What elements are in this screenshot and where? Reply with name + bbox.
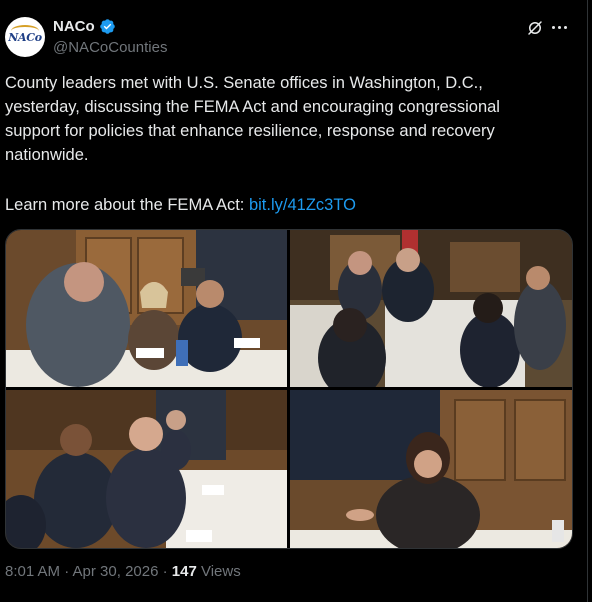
tweet-text: County leaders met with U.S. Senate offi…	[5, 74, 500, 164]
display-name[interactable]: NACo	[53, 18, 95, 35]
tweet-meta: 8:01 AM · Apr 30, 2026 · 147 Views	[5, 563, 241, 580]
verified-badge-icon	[99, 19, 115, 34]
tweet-card[interactable]: NACo NACo @NACoCounties County leaders m…	[0, 0, 586, 602]
photo-3[interactable]	[6, 390, 287, 548]
views-label: Views	[196, 563, 241, 580]
learn-more-line: Learn more about the FEMA Act: bit.ly/41…	[5, 193, 356, 217]
timestamp[interactable]: 8:01 AM · Apr 30, 2026 ·	[5, 563, 172, 580]
photo-2[interactable]	[290, 230, 572, 387]
photo-1[interactable]	[6, 230, 287, 387]
author-name-row[interactable]: NACo	[53, 18, 116, 35]
learn-more-prefix: Learn more about the FEMA Act:	[5, 196, 249, 214]
media-grid	[5, 229, 573, 549]
column-divider	[587, 0, 588, 602]
avatar-swoosh	[11, 25, 39, 37]
fema-act-link[interactable]: bit.ly/41Zc3TO	[249, 196, 356, 214]
photo-4[interactable]	[290, 390, 572, 548]
more-options-icon[interactable]	[552, 26, 567, 29]
author-handle[interactable]: @NACoCounties	[53, 39, 167, 56]
grok-icon[interactable]	[526, 19, 544, 37]
views-count: 147	[171, 563, 197, 580]
avatar[interactable]: NACo	[5, 17, 45, 57]
